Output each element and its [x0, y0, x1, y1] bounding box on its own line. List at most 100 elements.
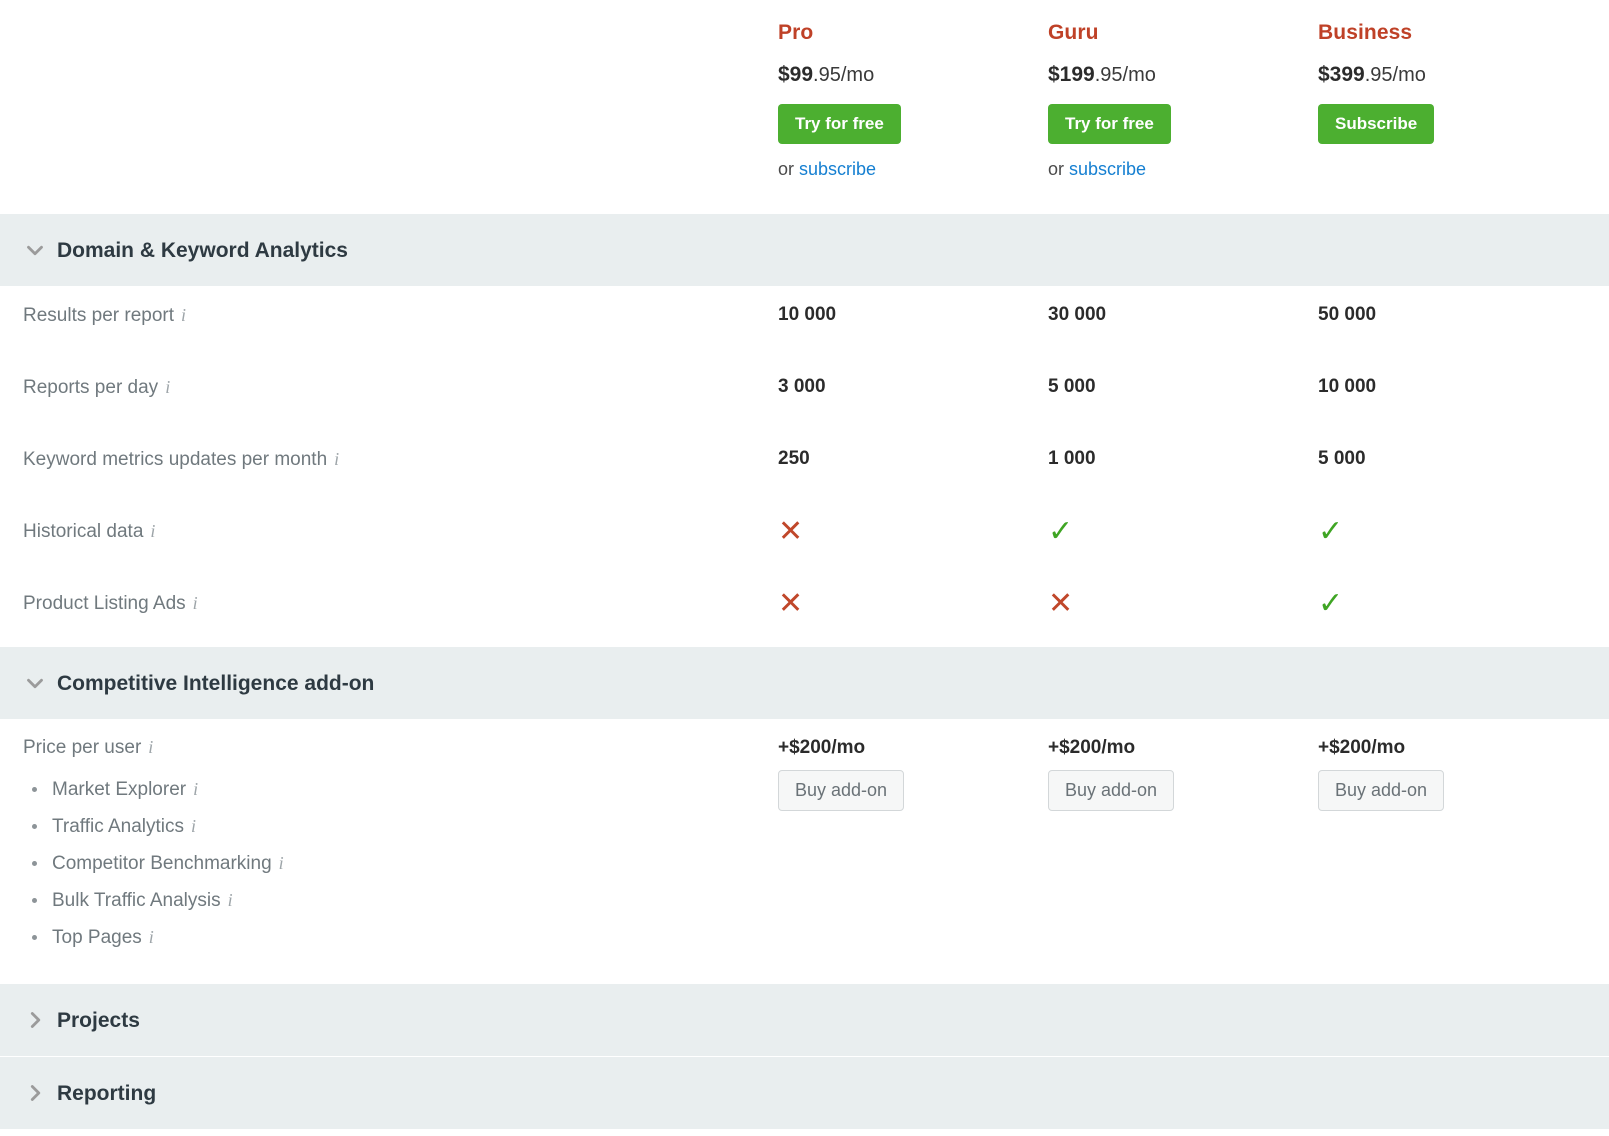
feature-label-text: Results per report: [23, 305, 175, 326]
info-icon[interactable]: i: [150, 521, 155, 541]
addon-price-business: +$200/mo: [1318, 737, 1406, 758]
info-icon[interactable]: i: [149, 927, 154, 947]
table-row: Historical data i ✕ ✓ ✓: [0, 502, 1609, 574]
cell-pro: 250: [778, 448, 810, 469]
plan-column-business: Business $399.95/mo Subscribe: [1318, 0, 1578, 144]
features-competitive-intelligence-addon: Price per user i Market Explorer i Traffic…: [0, 719, 1609, 983]
list-item: Top Pages i: [30, 919, 284, 956]
table-row: Reports per day i 3 000 5 000 10 000: [0, 358, 1609, 430]
try-for-free-button-pro[interactable]: Try for free: [778, 104, 901, 144]
sub-feature-label: Competitor Benchmarking: [52, 853, 272, 874]
info-icon[interactable]: i: [191, 816, 196, 836]
chevron-right-icon: [30, 1012, 41, 1028]
addon-price-label-text: Price per user: [23, 737, 142, 758]
check-icon-business: ✓: [1318, 514, 1344, 549]
plan-column-pro: Pro $99.95/mo Try for free or subscribe: [778, 0, 1038, 178]
addon-price-guru: +$200/mo: [1048, 737, 1136, 758]
or-text-guru: or: [1048, 159, 1070, 179]
cross-icon-pro: ✕: [778, 514, 804, 549]
info-icon[interactable]: i: [279, 853, 284, 873]
table-row: Product Listing Ads i ✕ ✕ ✓: [0, 574, 1609, 646]
feature-label: Reports per day i: [23, 377, 170, 400]
cell-pro: 10 000: [778, 304, 837, 325]
info-icon[interactable]: i: [228, 890, 233, 910]
table-row: Keyword metrics updates per month i 250 1…: [0, 430, 1609, 502]
pricing-comparison-table: Pro $99.95/mo Try for free or subscribe …: [0, 0, 1609, 1136]
list-item: Competitor Benchmarking i: [30, 845, 284, 882]
list-item: Market Explorer i: [30, 771, 284, 808]
subscribe-link-guru[interactable]: subscribe: [1069, 159, 1146, 179]
plan-price-cents-pro: .95/mo: [813, 64, 875, 86]
section-header-domain-keyword-analytics[interactable]: Domain & Keyword Analytics: [0, 213, 1609, 286]
plan-price-cents-business: .95/mo: [1364, 64, 1426, 86]
cell-business: 5 000: [1318, 448, 1366, 469]
try-for-free-button-guru[interactable]: Try for free: [1048, 104, 1171, 144]
check-icon-business: ✓: [1318, 586, 1344, 621]
addon-price-pro: +$200/mo: [778, 737, 866, 758]
section-title-projects: Projects: [57, 1008, 140, 1032]
plan-price-cents-guru: .95/mo: [1094, 64, 1156, 86]
info-icon[interactable]: i: [334, 449, 339, 469]
chevron-right-icon: [30, 1085, 41, 1101]
sub-feature-label: Bulk Traffic Analysis: [52, 890, 221, 911]
plan-name-business: Business: [1318, 21, 1413, 44]
plan-price-pro: $99.95/mo: [778, 64, 1038, 85]
feature-label: Results per report i: [23, 305, 186, 328]
plan-headers: Pro $99.95/mo Try for free or subscribe …: [0, 0, 1609, 213]
sub-feature-label: Market Explorer: [52, 779, 187, 800]
cell-business: 50 000: [1318, 304, 1377, 325]
features-domain-keyword-analytics: Results per report i 10 000 30 000 50 000…: [0, 286, 1609, 646]
buy-addon-button-guru[interactable]: Buy add-on: [1048, 770, 1175, 811]
subscribe-button-business[interactable]: Subscribe: [1318, 104, 1435, 144]
section-title-reporting: Reporting: [57, 1081, 157, 1105]
plan-price-business: $399.95/mo: [1318, 64, 1578, 85]
buy-addon-button-pro[interactable]: Buy add-on: [778, 770, 905, 811]
list-item: Bulk Traffic Analysis i: [30, 882, 284, 919]
buy-addon-button-business[interactable]: Buy add-on: [1318, 770, 1445, 811]
feature-label: Historical data i: [23, 521, 155, 544]
list-item: Traffic Analytics i: [30, 808, 284, 845]
cell-guru: 5 000: [1048, 376, 1096, 397]
sub-feature-label: Traffic Analytics: [52, 816, 184, 837]
chevron-down-icon: [27, 678, 43, 689]
section-header-projects[interactable]: Projects: [0, 983, 1609, 1056]
subscribe-line-guru: or subscribe: [1048, 160, 1308, 178]
feature-label-text: Product Listing Ads: [23, 593, 186, 614]
cell-pro: 3 000: [778, 376, 826, 397]
section-title-competitive-intelligence-addon: Competitive Intelligence add-on: [57, 671, 375, 695]
plan-price-amount-pro: $99: [778, 63, 814, 86]
table-row: Results per report i 10 000 30 000 50 000: [0, 286, 1609, 358]
addon-sub-feature-list: Market Explorer i Traffic Analytics i Comp…: [30, 771, 284, 956]
cell-guru: 30 000: [1048, 304, 1107, 325]
cross-icon-pro: ✕: [778, 586, 804, 621]
plan-price-guru: $199.95/mo: [1048, 64, 1308, 85]
info-icon[interactable]: i: [165, 377, 170, 397]
chevron-down-icon: [27, 245, 43, 256]
cross-icon-guru: ✕: [1048, 586, 1074, 621]
feature-label-text: Keyword metrics updates per month: [23, 449, 328, 470]
plan-price-amount-business: $399: [1318, 63, 1365, 86]
feature-label-text: Reports per day: [23, 377, 159, 398]
section-header-competitive-intelligence-addon[interactable]: Competitive Intelligence add-on: [0, 646, 1609, 719]
info-icon[interactable]: i: [181, 305, 186, 325]
plan-column-guru: Guru $199.95/mo Try for free or subscrib…: [1048, 0, 1308, 178]
plan-price-amount-guru: $199: [1048, 63, 1095, 86]
cell-business: 10 000: [1318, 376, 1377, 397]
plan-name-pro: Pro: [778, 21, 814, 44]
feature-label: Product Listing Ads i: [23, 593, 198, 616]
feature-label: Keyword metrics updates per month i: [23, 449, 339, 472]
or-text-pro: or: [778, 159, 800, 179]
plan-name-guru: Guru: [1048, 21, 1099, 44]
section-header-reporting[interactable]: Reporting: [0, 1056, 1609, 1129]
sub-feature-label: Top Pages: [52, 927, 142, 948]
check-icon-guru: ✓: [1048, 514, 1074, 549]
subscribe-line-pro: or subscribe: [778, 160, 1038, 178]
subscribe-link-pro[interactable]: subscribe: [799, 159, 876, 179]
info-icon[interactable]: i: [148, 737, 153, 757]
feature-label-text: Historical data: [23, 521, 144, 542]
cell-guru: 1 000: [1048, 448, 1096, 469]
info-icon[interactable]: i: [193, 779, 198, 799]
addon-price-label: Price per user i: [23, 738, 153, 757]
section-title-domain-keyword-analytics: Domain & Keyword Analytics: [57, 238, 348, 262]
info-icon[interactable]: i: [193, 593, 198, 613]
